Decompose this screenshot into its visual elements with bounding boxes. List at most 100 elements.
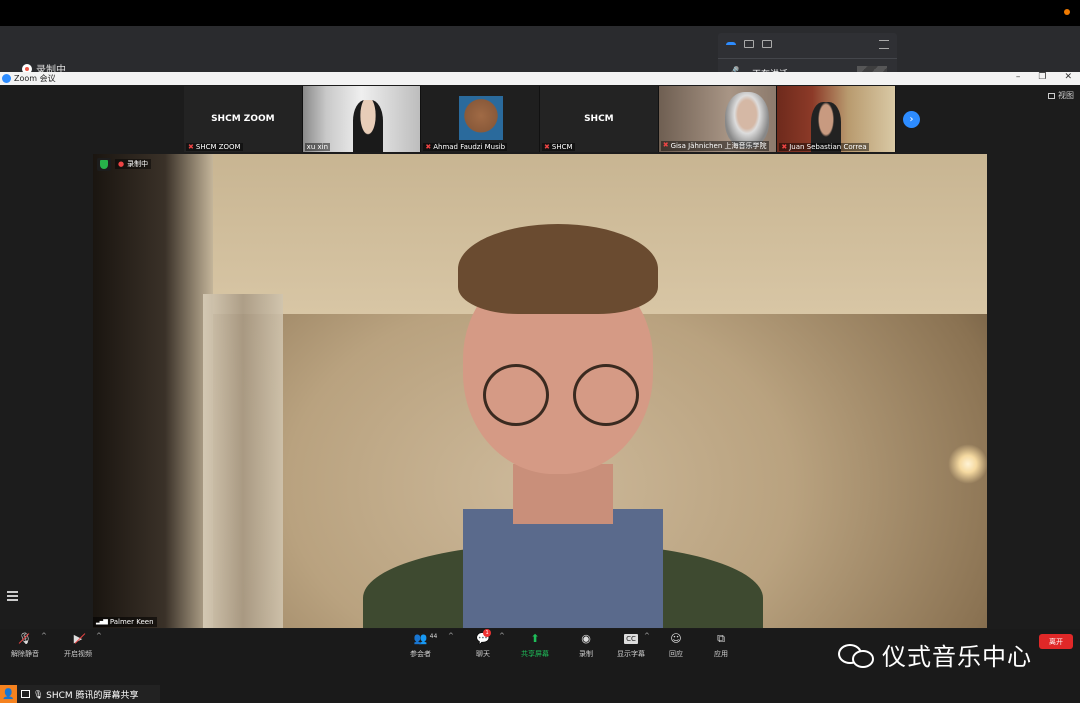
wechat-watermark: 仪式音乐中心 (836, 637, 1032, 672)
leave-button[interactable]: 离开 (1039, 634, 1073, 649)
screen-share-icon (21, 690, 30, 698)
window-title-bar: Zoom 会议 – ❐ ✕ (0, 72, 1080, 85)
main-speaker-video[interactable] (93, 154, 987, 628)
record-icon: ● (118, 160, 125, 168)
captions-caret-icon[interactable]: ^ (644, 632, 650, 640)
panel-divider (718, 58, 897, 59)
apps-icon: ⧉ (717, 632, 725, 645)
chat-caret-icon[interactable]: ^ (499, 632, 505, 640)
thumbnail-shcm[interactable]: SHCM ✖ SHCM (540, 86, 659, 152)
captions-label: 显示字幕 (617, 650, 645, 658)
unmute-button[interactable]: 🎙 解除静音 (11, 632, 39, 659)
bottom-bar-background (160, 685, 1080, 703)
screen-share-bar[interactable]: 👤 🎙 SHCM 腾讯的屏幕共享 (0, 685, 160, 703)
chat-icon: 💬 1 (476, 629, 492, 645)
chevron-right-icon: › (909, 114, 914, 125)
reactions-label: 回应 (669, 650, 683, 658)
participant-name: SHCM ZOOM (195, 143, 241, 151)
start-video-label: 开启视频 (64, 650, 92, 658)
thumbnail-name-tag: ✖ SHCM (542, 143, 575, 151)
apps-button[interactable]: ⧉ 应用 (714, 632, 728, 659)
window-title: Zoom 会议 (14, 74, 56, 83)
maximize-button[interactable]: ❐ (1038, 72, 1046, 82)
video-background (93, 154, 213, 628)
thumbnail-name-tag: xu xin (304, 143, 330, 151)
participant-video (724, 92, 769, 148)
video-background (948, 444, 987, 484)
thumbnail-xu-xin[interactable]: xu xin (302, 86, 422, 152)
record-label: 录制 (579, 650, 593, 658)
thumbnail-strip: SHCM ZOOM ✖ SHCM ZOOM xu xin ✖ Ahmad Faudz… (184, 86, 897, 152)
window-view-icon[interactable] (744, 40, 754, 48)
os-top-bar (0, 0, 1080, 26)
thumbnail-name-tag: ✖ SHCM ZOOM (186, 143, 243, 151)
start-video-button[interactable]: ▶ 开启视频 (64, 632, 92, 659)
thumbnail-shcm-zoom[interactable]: SHCM ZOOM ✖ SHCM ZOOM (184, 86, 303, 152)
participant-name: Juan Sebastian Correa (789, 143, 867, 151)
panel-view-tabs (726, 40, 772, 48)
signal-strength-icon: ▂▄▆ (96, 618, 108, 625)
wechat-logo-icon (836, 640, 876, 670)
speaker-name-tag: ▂▄▆ Palmer Keen (93, 617, 157, 627)
participants-icon: 👥 44 (413, 632, 438, 645)
record-button[interactable]: ◉ 录制 (579, 632, 593, 659)
participant-name: Gisa Jähnichen 上海音乐学院 (670, 142, 767, 150)
participants-caret-icon[interactable]: ^ (448, 632, 454, 640)
recording-badge-label: 录制中 (127, 160, 149, 168)
unmute-label: 解除静音 (11, 650, 39, 658)
participant-name: xu xin (306, 143, 328, 151)
muted-mic-icon: ✖ (781, 143, 788, 151)
captions-button[interactable]: CC 显示字幕 (617, 632, 645, 659)
next-page-button[interactable]: › (903, 111, 920, 128)
thumbnail-ahmad[interactable]: ✖ Ahmad Faudzi Musib (421, 86, 541, 152)
participants-button[interactable]: 👥 44 参会者 (410, 632, 438, 659)
list-view-icon[interactable] (762, 40, 772, 48)
thumbnail-gisa[interactable]: ✖ Gisa Jähnichen 上海音乐学院 (658, 86, 778, 152)
video-background (203, 294, 283, 628)
main-recording-badge: ● 录制中 (115, 159, 152, 169)
audio-options-caret-icon[interactable]: ^ (41, 632, 47, 640)
participant-video (352, 100, 383, 152)
share-screen-icon: ⬆ (530, 632, 540, 645)
recording-area (0, 26, 1080, 72)
view-icon (1048, 92, 1055, 99)
share-screen-button[interactable]: ⬆ 共享屏幕 (521, 632, 549, 659)
apps-label: 应用 (714, 650, 728, 658)
thumbnail-juan[interactable]: ✖ Juan Sebastian Correa (777, 86, 897, 152)
video-off-icon: ▶ (73, 632, 83, 645)
thumbnail-name-tag: ✖ Gisa Jähnichen 上海音乐学院 (660, 141, 769, 151)
user-icon: 👤 (0, 685, 17, 703)
participant-name: Ahmad Faudzi Musib (433, 143, 506, 151)
cc-icon: CC (624, 634, 638, 644)
minimize-button[interactable]: – (1016, 72, 1021, 82)
mic-icon: 🎙 (33, 689, 44, 699)
muted-mic-icon: ✖ (544, 143, 550, 151)
close-button[interactable]: ✕ (1064, 72, 1072, 82)
participants-label: 参会者 (410, 650, 431, 658)
muted-mic-icon: ✖ (425, 143, 432, 151)
view-button[interactable]: 视图 (1048, 90, 1074, 101)
speaker-name: Palmer Keen (109, 618, 154, 626)
watermark-text: 仪式音乐中心 (882, 643, 1032, 671)
reactions-button[interactable]: ☺ 回应 (669, 632, 683, 659)
panel-menu-icon[interactable] (879, 40, 889, 49)
status-dot (1064, 9, 1070, 15)
view-label: 视图 (1058, 91, 1074, 100)
list-icon[interactable] (7, 591, 18, 601)
participant-name: SHCM (551, 143, 573, 151)
video-options-caret-icon[interactable]: ^ (96, 632, 102, 640)
speaker-view-icon[interactable] (726, 42, 736, 48)
chat-label: 聊天 (476, 650, 490, 658)
participants-count: 44 (429, 633, 438, 640)
speaker-figure (363, 224, 763, 628)
chat-button[interactable]: 💬 1 聊天 (476, 629, 492, 659)
security-shield-icon[interactable] (97, 158, 111, 171)
zoom-logo-icon (2, 74, 11, 83)
thumbnail-name-tag: ✖ Juan Sebastian Correa (779, 143, 869, 151)
mic-off-icon: 🎙 (18, 632, 32, 645)
chat-unread-badge: 1 (483, 629, 492, 637)
share-screen-label: 共享屏幕 (521, 650, 549, 658)
reactions-icon: ☺ (670, 632, 682, 645)
muted-mic-icon: ✖ (188, 143, 194, 151)
thumbnail-name-tag: ✖ Ahmad Faudzi Musib (423, 143, 508, 151)
